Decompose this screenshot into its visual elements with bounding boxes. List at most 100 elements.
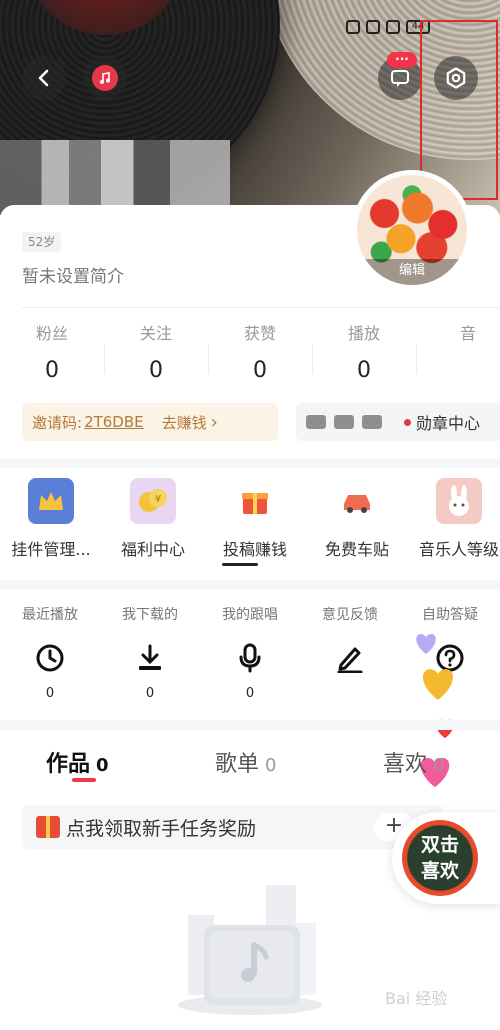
avatar-image: 编辑 (357, 175, 467, 285)
task-banner-text: 点我领取新手任务奖励 (66, 817, 257, 840)
clock-icon (0, 638, 100, 678)
content-tabs: 作品 0 歌单 0 喜欢 0 (0, 742, 500, 782)
music-button[interactable] (83, 56, 127, 100)
feature-submit-earn[interactable]: 投稿赚钱 (204, 478, 306, 560)
red-dot-icon (404, 418, 411, 426)
stat-value: 0 (357, 358, 371, 383)
badge-center-bar[interactable]: 勋章中心 (296, 403, 500, 441)
tool-count: 0 (45, 686, 55, 701)
avatar[interactable]: 编辑 (352, 170, 472, 290)
stat-label: 音 (459, 324, 476, 343)
tool-downloads[interactable]: 我下载的 0 (100, 604, 200, 701)
coins-icon: ¥ (130, 478, 176, 524)
tool-label: 我下载的 (122, 607, 178, 623)
tool-label: 自助答疑 (422, 607, 478, 623)
svg-text:¥: ¥ (155, 494, 161, 505)
feature-pendant[interactable]: 挂件管理... (0, 478, 102, 560)
car-icon (334, 478, 380, 524)
stat-likes[interactable]: 获赞 0 (208, 320, 312, 383)
gift-icon (36, 816, 60, 838)
stat-more[interactable]: 音 (416, 320, 500, 383)
feature-musician-level[interactable]: 音乐人等级 (408, 478, 500, 560)
watermark: Bai 经验 (385, 989, 448, 1008)
medal-icon (334, 415, 354, 429)
invite-action[interactable]: 去赚钱 (162, 412, 207, 433)
download-icon (100, 638, 200, 678)
stat-value: 0 (45, 358, 59, 383)
divider (22, 307, 500, 308)
avatar-edit-label[interactable]: 编辑 (357, 259, 467, 285)
stat-value: 0 (149, 358, 163, 383)
stat-label: 粉丝 (35, 324, 68, 343)
microphone-icon (200, 638, 300, 678)
tab-count: 0 (96, 755, 109, 776)
tab-label: 喜欢 (383, 752, 428, 777)
stat-fans[interactable]: 粉丝 0 (0, 320, 104, 383)
medal-icon (362, 415, 382, 429)
heart-icon (423, 669, 453, 700)
stat-label: 关注 (139, 324, 172, 343)
feature-label: 免费车贴 (324, 540, 389, 559)
tab-count: 0 (265, 755, 277, 776)
stat-label: 播放 (347, 324, 380, 343)
double-tap-line1: 双击 (420, 834, 459, 856)
chevron-right-icon: › (210, 411, 218, 433)
tool-recent-play[interactable]: 最近播放 0 (0, 604, 100, 701)
invite-code[interactable]: 2T6DBE (84, 413, 144, 431)
back-button[interactable] (22, 56, 66, 100)
record-label (25, 0, 185, 35)
signal-icon (346, 20, 360, 34)
feature-label: 挂件管理... (11, 540, 91, 559)
back-icon (38, 69, 49, 87)
feature-car-sticker[interactable]: 免费车贴 (306, 478, 408, 560)
feature-label: 投稿赚钱 (222, 540, 287, 559)
age-tag: 52岁 (22, 232, 62, 252)
gift-box-icon (232, 478, 278, 524)
tab-label: 作品 (46, 752, 91, 777)
section-gap (0, 458, 500, 468)
pen-icon (300, 638, 400, 678)
bio-text[interactable]: 暂未设置简介 (22, 262, 124, 287)
active-tab-indicator (72, 778, 96, 782)
invite-code-bar[interactable]: 邀请码: 2T6DBE 去赚钱 › (22, 403, 278, 441)
section-gap (0, 720, 500, 730)
feature-label: 音乐人等级 (418, 540, 499, 559)
double-tap-like-badge: 双击 喜欢 (402, 820, 478, 896)
feature-welfare[interactable]: ¥ 福利中心 (102, 478, 204, 560)
message-badge: ··· (387, 52, 417, 68)
bunny-icon (436, 478, 482, 524)
stat-value: 0 (253, 358, 267, 383)
tab-works[interactable]: 作品 0 (46, 746, 109, 778)
stat-label: 获赞 (243, 324, 276, 343)
tab-likes[interactable]: 喜欢 0 (383, 746, 444, 778)
stat-plays[interactable]: 播放 0 (312, 320, 416, 383)
music-note-icon (92, 65, 118, 91)
invite-prefix: 邀请码: (32, 413, 83, 432)
alarm-icon (366, 20, 380, 34)
message-icon (391, 70, 409, 87)
tool-label: 最近播放 (22, 607, 78, 623)
tab-count: 0 (433, 755, 445, 776)
status-bar-icons: 44 (346, 20, 430, 34)
tab-playlists[interactable]: 歌单 0 (215, 746, 276, 778)
tool-count: 0 (245, 686, 255, 701)
tool-label: 意见反馈 (322, 607, 378, 623)
badge-center-label: 勋章中心 (416, 414, 481, 433)
tool-feedback[interactable]: 意见反馈 (300, 604, 400, 701)
feature-row: 挂件管理... ¥ 福利中心 投稿赚钱 免费车贴 音乐人等级 (0, 478, 500, 560)
empty-state-illustration (178, 885, 322, 1015)
blurred-username (0, 140, 230, 215)
tool-label: 我的跟唱 (222, 607, 278, 623)
tool-count: 0 (145, 686, 155, 701)
feature-label: 福利中心 (120, 540, 185, 559)
tab-label: 歌单 (215, 752, 260, 777)
stats-row: 粉丝 0 关注 0 获赞 0 播放 0 音 (0, 320, 500, 383)
tool-sing-along[interactable]: 我的跟唱 0 (200, 604, 300, 701)
medal-icon (306, 415, 326, 429)
stat-following[interactable]: 关注 0 (104, 320, 208, 383)
bluetooth-icon (386, 20, 400, 34)
crown-icon (28, 478, 74, 524)
double-tap-like-widget[interactable]: 双击 喜欢 (392, 812, 500, 904)
double-tap-line2: 喜欢 (420, 860, 459, 882)
heart-icon (416, 634, 436, 654)
